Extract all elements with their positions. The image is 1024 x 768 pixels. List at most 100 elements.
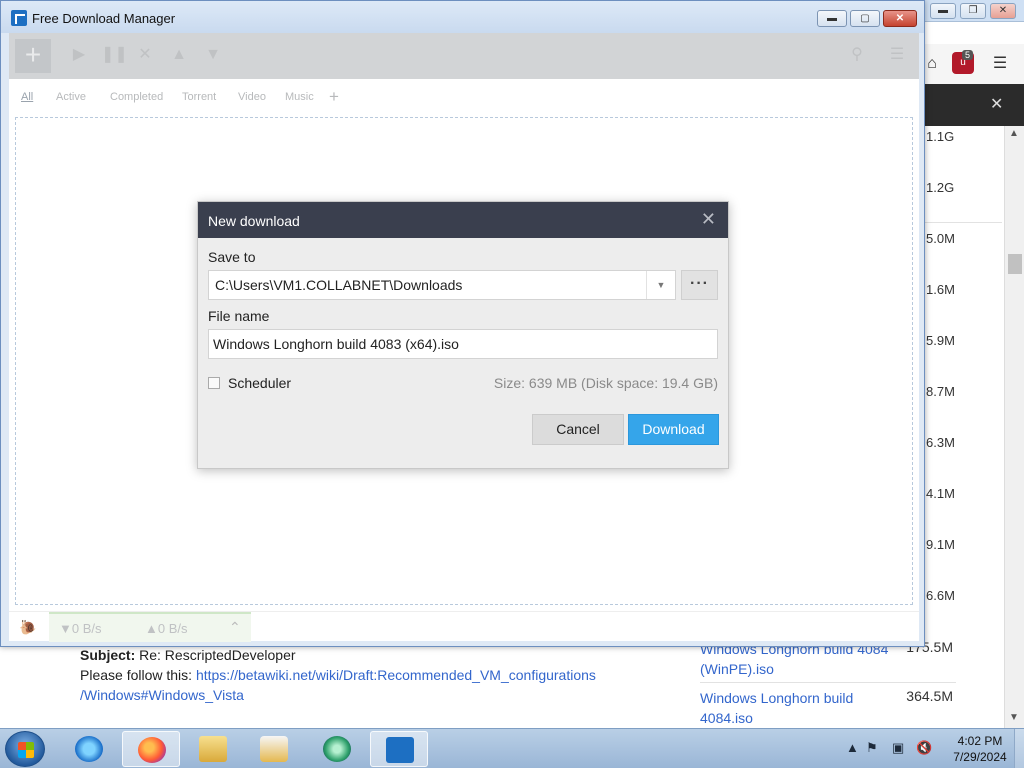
background-window-controls: ▬ ❐ ✕ — [930, 3, 1016, 19]
scheduler-label[interactable]: Scheduler — [228, 375, 291, 391]
fdm-toolbar: + ▶ ❚❚ ✕ ▲ ▼ ⚲ ☰ — [9, 33, 919, 79]
add-tab-button[interactable]: + — [329, 87, 339, 107]
chevron-up-icon[interactable]: ⌃ — [229, 619, 241, 636]
show-desktop-button[interactable] — [1014, 729, 1024, 768]
fdm-filter-tabs: All Active Completed Torrent Video Music… — [9, 87, 919, 111]
scroll-up-icon[interactable]: ▲ — [1009, 128, 1019, 139]
size-cell: 5.0M — [926, 231, 955, 246]
scrollbar-thumb[interactable] — [1008, 254, 1022, 274]
row-divider — [700, 682, 956, 683]
tab-torrent[interactable]: Torrent — [182, 91, 216, 103]
taskbar-media-player[interactable] — [245, 731, 303, 767]
size-cell: 9.1M — [926, 537, 955, 552]
size-cell: 6.6M — [926, 588, 955, 603]
search-icon[interactable]: ⚲ — [847, 45, 867, 65]
dialog-close-icon[interactable]: ✕ — [701, 210, 716, 228]
size-cell: 5.9M — [926, 333, 955, 348]
fdm-status-bar: 🐌 ▼0 B/s ▲0 B/s ⌃ — [9, 611, 919, 642]
save-to-input[interactable]: C:\Users\VM1.COLLABNET\Downloads — [208, 270, 676, 300]
add-download-button[interactable]: + — [15, 39, 51, 73]
move-down-icon[interactable]: ▼ — [203, 45, 223, 65]
app-circle-icon — [323, 736, 351, 762]
action-center-flag-icon[interactable]: ⚑ — [866, 740, 878, 756]
file-name-link[interactable]: Windows Longhorn build 4084.iso — [700, 688, 900, 728]
fdm-taskbar-icon — [386, 737, 414, 763]
clock-date[interactable]: 7/29/2024 — [944, 750, 1016, 764]
pause-icon[interactable]: ❚❚ — [101, 45, 128, 65]
file-name-input[interactable]: Windows Longhorn build 4083 (x64).iso — [208, 329, 718, 359]
new-download-dialog: New download ✕ Save to C:\Users\VM1.COLL… — [197, 201, 729, 469]
volume-muted-icon[interactable]: 🔇 — [916, 740, 932, 756]
play-icon[interactable]: ▶ — [69, 45, 89, 65]
maximize-button[interactable]: ▢ — [850, 10, 880, 27]
size-cell: 1.1G — [926, 129, 955, 144]
fdm-app-icon — [11, 10, 27, 26]
internet-explorer-icon — [75, 736, 103, 762]
taskbar-app-circle[interactable] — [308, 731, 366, 767]
size-cell: 1.2G — [926, 180, 955, 195]
size-cell: 4.1M — [926, 486, 955, 501]
move-up-icon[interactable]: ▲ — [169, 45, 189, 65]
scroll-down-icon[interactable]: ▼ — [1009, 712, 1019, 723]
wiki-link-continued[interactable]: /Windows#Windows_Vista — [80, 687, 244, 703]
system-tray: ▲ ⚑ ▣ 🔇 4:02 PM 7/29/2024 — [842, 729, 1024, 768]
info-bar-close-icon[interactable]: ✕ — [990, 94, 1003, 114]
email-excerpt: Subject: Re: RescriptedDeveloper Please … — [80, 645, 640, 705]
background-restore-button[interactable]: ❐ — [960, 3, 986, 19]
background-scrollbar[interactable]: ▲ ▼ — [1004, 126, 1024, 728]
taskbar-free-download-manager[interactable] — [370, 731, 428, 767]
chevron-down-icon[interactable]: ▼ — [646, 271, 675, 299]
wiki-link[interactable]: https://betawiki.net/wiki/Draft:Recommen… — [196, 667, 596, 683]
clock-time[interactable]: 4:02 PM — [950, 734, 1010, 748]
network-icon[interactable]: ▣ — [892, 740, 904, 756]
taskbar-firefox[interactable] — [122, 731, 180, 767]
hamburger-menu-icon[interactable]: ☰ — [990, 54, 1010, 74]
tab-music[interactable]: Music — [285, 91, 314, 103]
body-prefix: Please follow this: — [80, 667, 193, 683]
download-button[interactable]: Download — [628, 414, 719, 445]
background-minimize-button[interactable]: ▬ — [930, 3, 956, 19]
fdm-titlebar[interactable]: Free Download Manager ▬ ▢ ✕ — [1, 1, 924, 33]
size-cell: 6.3M — [926, 435, 955, 450]
media-player-icon — [260, 736, 288, 762]
tab-completed[interactable]: Completed — [110, 91, 163, 103]
download-speed: ▼0 B/s — [59, 621, 102, 636]
size-info: Size: 639 MB (Disk space: 19.4 GB) — [493, 375, 718, 391]
minimize-button[interactable]: ▬ — [817, 10, 847, 27]
menu-icon[interactable]: ☰ — [887, 45, 907, 65]
tab-all[interactable]: All — [21, 91, 33, 103]
subject-label: Subject: — [80, 647, 136, 663]
delete-icon[interactable]: ✕ — [135, 45, 155, 65]
window-title: Free Download Manager — [32, 11, 176, 26]
dialog-header[interactable]: New download ✕ — [198, 202, 728, 238]
tab-active[interactable]: Active — [56, 91, 86, 103]
file-name-label: File name — [208, 308, 270, 324]
subject-value: Re: RescriptedDeveloper — [139, 647, 296, 663]
browse-folder-button[interactable]: ··· — [681, 270, 718, 300]
snail-mode-icon[interactable]: 🐌 — [19, 619, 39, 635]
background-close-button[interactable]: ✕ — [990, 3, 1016, 19]
speed-indicator[interactable]: ▼0 B/s ▲0 B/s ⌃ — [49, 612, 251, 642]
size-cell: 1.6M — [926, 282, 955, 297]
upload-speed: ▲0 B/s — [145, 621, 188, 636]
taskbar: ▲ ⚑ ▣ 🔇 4:02 PM 7/29/2024 — [0, 728, 1024, 768]
file-list-item[interactable]: Windows Longhorn build 4084.iso 364.5M — [700, 688, 956, 728]
tab-video[interactable]: Video — [238, 91, 266, 103]
start-button[interactable] — [5, 731, 45, 767]
windows-logo-icon — [18, 742, 34, 758]
close-button[interactable]: ✕ — [883, 10, 917, 27]
background-info-bar — [922, 84, 1024, 126]
scheduler-checkbox[interactable] — [208, 377, 220, 389]
firefox-icon — [138, 737, 166, 763]
save-to-label: Save to — [208, 249, 256, 265]
dialog-title: New download — [208, 213, 300, 229]
taskbar-file-explorer[interactable] — [184, 731, 242, 767]
bookmark-icon[interactable]: ⌂ — [922, 54, 942, 74]
show-hidden-icons-icon[interactable]: ▲ — [846, 740, 859, 755]
size-cell: 8.7M — [926, 384, 955, 399]
file-size: 364.5M — [906, 688, 953, 704]
row-divider — [922, 222, 1002, 223]
cancel-button[interactable]: Cancel — [532, 414, 624, 445]
folder-icon — [199, 736, 227, 762]
taskbar-internet-explorer[interactable] — [60, 731, 118, 767]
